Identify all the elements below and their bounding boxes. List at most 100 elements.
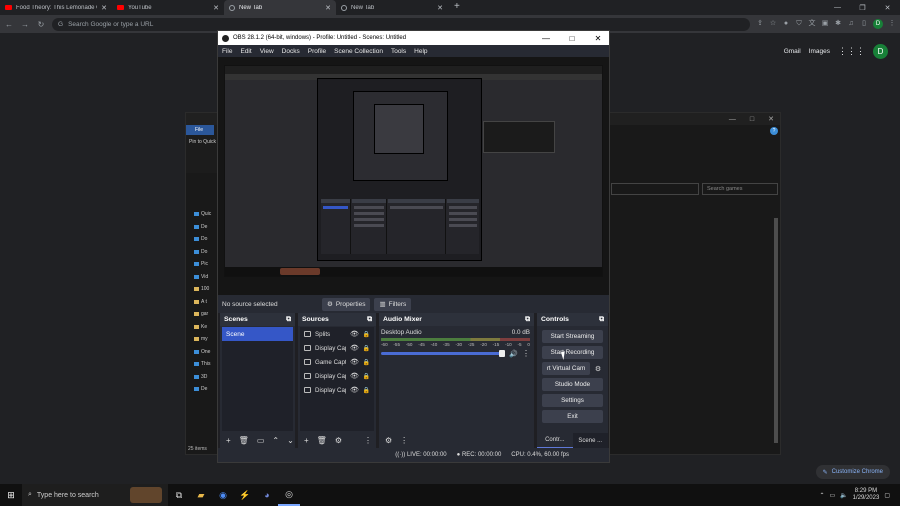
start-recording-button[interactable]: Start Recording xyxy=(542,346,603,361)
eye-icon[interactable]: 👁 xyxy=(350,358,359,366)
add-icon[interactable]: + xyxy=(226,436,231,445)
trash-icon[interactable]: 🗑 xyxy=(239,436,249,445)
close-icon[interactable]: ✕ xyxy=(768,115,774,123)
start-virtual-cam-button[interactable]: rt Virtual Cam xyxy=(542,362,590,375)
taskbar-search-box[interactable]: ⌕ Type here to search xyxy=(22,484,168,506)
undock-icon[interactable]: ⧉ xyxy=(599,316,604,324)
browser-tab-food-theory[interactable]: Food Theory: This Lemonade Co ✕ xyxy=(0,0,112,15)
volume-slider-handle[interactable] xyxy=(499,350,506,357)
account-avatar[interactable]: D xyxy=(873,44,888,59)
gmail-link[interactable]: Gmail xyxy=(784,48,801,55)
obs-taskbar-icon[interactable]: ◎ xyxy=(278,484,300,506)
lock-icon[interactable]: 🔒 xyxy=(363,373,370,380)
discord-icon[interactable]: ◕ xyxy=(256,484,278,506)
lock-icon[interactable]: 🔒 xyxy=(363,331,370,338)
undock-icon[interactable]: ⧉ xyxy=(286,316,291,324)
windows-start-icon[interactable]: ⊞ xyxy=(0,490,22,501)
more-icon[interactable]: ⋮ xyxy=(400,436,408,445)
omnibox[interactable]: G Search Google or type a URL xyxy=(52,17,750,31)
lock-icon[interactable]: 🔒 xyxy=(363,345,370,352)
volume-slider[interactable] xyxy=(381,350,506,357)
notification-icon[interactable]: ▢ xyxy=(884,492,890,499)
chevron-up-icon[interactable]: ⌃ xyxy=(819,492,824,499)
menu-item[interactable]: Docks xyxy=(282,48,300,55)
trash-icon[interactable]: 🗑 xyxy=(317,436,327,445)
obs-preview-canvas[interactable] xyxy=(218,57,609,295)
menu-item[interactable]: View xyxy=(260,48,274,55)
lock-icon[interactable]: 🔒 xyxy=(363,387,370,394)
close-icon[interactable]: ✕ xyxy=(213,4,219,12)
more-icon[interactable]: ⋮ xyxy=(364,436,372,445)
menu-item[interactable]: File xyxy=(222,48,232,55)
menu-icon[interactable]: ⋮ xyxy=(888,20,896,28)
forward-icon[interactable]: → xyxy=(20,20,30,29)
profile-avatar[interactable]: D xyxy=(873,19,883,29)
gear-icon[interactable]: ⚙ xyxy=(593,365,603,373)
volume-icon[interactable]: 🔈 xyxy=(840,492,847,499)
back-icon[interactable]: ← xyxy=(4,20,14,29)
eye-icon[interactable]: 👁 xyxy=(350,386,359,394)
sidepanel-icon[interactable]: ▯ xyxy=(860,20,868,28)
maximize-icon[interactable]: ❐ xyxy=(850,4,875,12)
settings-button[interactable]: Settings xyxy=(542,394,603,407)
capture-icon[interactable]: ▣ xyxy=(821,20,829,28)
add-icon[interactable]: + xyxy=(304,436,309,445)
close-icon[interactable]: ✕ xyxy=(325,4,331,12)
lock-icon[interactable]: 🔒 xyxy=(363,359,370,366)
filters-button[interactable]: ▥ Filters xyxy=(374,297,412,311)
reload-icon[interactable]: ↻ xyxy=(36,20,46,29)
studio-mode-button[interactable]: Studio Mode xyxy=(542,378,603,391)
menu-item[interactable]: Edit xyxy=(240,48,251,55)
source-item[interactable]: Display Cap 👁 🔒 xyxy=(300,383,374,397)
puzzle-icon[interactable]: ✱ xyxy=(834,20,842,28)
chrome-icon[interactable]: ◉ xyxy=(212,484,234,506)
extension-circle-icon[interactable]: ● xyxy=(782,20,790,28)
close-icon[interactable]: ✕ xyxy=(101,4,107,12)
tree-item[interactable]: De xyxy=(194,221,218,234)
source-item[interactable]: Splits 👁 🔒 xyxy=(300,327,374,341)
file-explorer-icon[interactable]: ▰ xyxy=(190,484,212,506)
explorer-scrollbar[interactable] xyxy=(774,218,778,443)
translate-icon[interactable]: 文 xyxy=(808,20,816,28)
network-icon[interactable]: ▭ xyxy=(829,492,835,499)
tree-item[interactable]: Ke xyxy=(194,321,218,334)
tab-scene-transitions[interactable]: Scene ... xyxy=(572,433,608,449)
media-icon[interactable]: ♫ xyxy=(847,20,855,28)
tree-item[interactable]: Do xyxy=(194,246,218,259)
browser-tab-new-tab[interactable]: New Tab ✕ xyxy=(336,0,448,15)
maximize-icon[interactable]: □ xyxy=(561,34,583,43)
settings-icon[interactable]: ▭ xyxy=(257,436,265,445)
advanced-audio-icon[interactable]: ⚙ xyxy=(385,436,392,445)
close-icon[interactable]: ✕ xyxy=(437,4,443,12)
explorer-search-input[interactable]: Search games xyxy=(702,183,778,195)
more-icon[interactable]: ⋮ xyxy=(522,349,530,358)
tree-item[interactable]: 100 xyxy=(194,283,218,296)
tree-item[interactable]: A t xyxy=(194,296,218,309)
start-streaming-button[interactable]: Start Streaming xyxy=(542,330,603,343)
menu-item[interactable]: Scene Collection xyxy=(334,48,383,55)
menu-item[interactable]: Tools xyxy=(391,48,406,55)
source-item[interactable]: Display Cap 👁 🔒 xyxy=(300,369,374,383)
speaker-icon[interactable]: 🔊 xyxy=(509,350,518,358)
menu-item[interactable]: Help xyxy=(414,48,427,55)
chevron-up-icon[interactable]: ⌃ xyxy=(272,436,279,445)
tree-item[interactable]: my xyxy=(194,333,218,346)
tree-item[interactable]: De xyxy=(194,383,218,396)
close-icon[interactable]: ✕ xyxy=(875,4,900,12)
tree-item[interactable]: Vid xyxy=(194,271,218,284)
eye-icon[interactable]: 👁 xyxy=(350,344,359,352)
tree-item[interactable]: Do xyxy=(194,233,218,246)
tree-item[interactable]: 3D xyxy=(194,371,218,384)
new-tab-button[interactable]: + xyxy=(454,0,460,15)
shield-icon[interactable]: ⛉ xyxy=(795,20,803,28)
chevron-down-icon[interactable]: ⌄ xyxy=(287,436,294,445)
tab-controls[interactable]: Contr... xyxy=(537,433,573,449)
share-icon[interactable]: ⇪ xyxy=(756,20,764,28)
explorer-address-bar[interactable] xyxy=(611,183,699,195)
tree-item[interactable]: Quic xyxy=(194,208,218,221)
launcher-icon[interactable]: ⚡ xyxy=(234,484,256,506)
source-item[interactable]: Display Cap 👁 🔒 xyxy=(300,341,374,355)
properties-button[interactable]: ⚙ Properties xyxy=(322,297,371,311)
menu-item[interactable]: Profile xyxy=(308,48,326,55)
task-view-icon[interactable]: ⧉ xyxy=(168,484,190,506)
